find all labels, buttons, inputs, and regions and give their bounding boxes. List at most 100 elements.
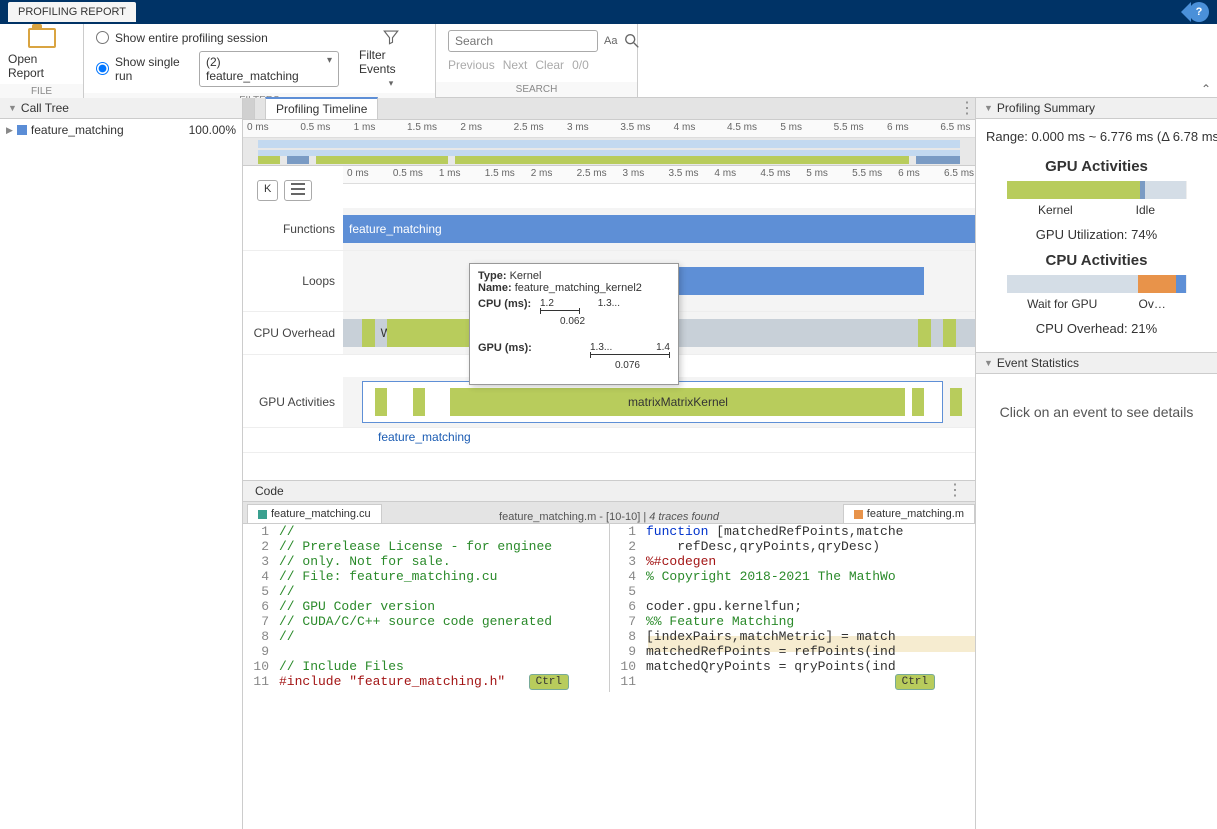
row-label-functions: Functions [243,222,343,236]
row-label-loops: Loops [243,274,343,288]
time-ruler-top[interactable]: 0 ms0.5 ms1 ms1.5 ms2 ms2.5 ms3 ms3.5 ms… [243,120,975,138]
show-single-radio[interactable]: Show single run (2) feature_matching [96,51,339,87]
gpu-kernel-seg [1007,181,1140,199]
gpu-kernel-seg[interactable] [413,388,426,416]
cpu-seg[interactable] [931,319,944,347]
code-line[interactable]: 4// File: feature_matching.cu [243,569,609,584]
code-line[interactable]: 10matchedQryPoints = qryPoints(ind [610,659,975,674]
time-tick: 4.5 ms [760,168,790,179]
cpu-overhead-seg [1138,275,1176,293]
code-text: function [matchedRefPoints,matche [646,524,903,539]
chevron-down-icon[interactable]: ▾ [389,78,394,89]
tooltip-cpu-end: 1.3... [598,298,620,309]
match-case-button[interactable]: Aa [604,35,617,47]
code-line[interactable]: 4% Copyright 2018-2021 The MathWo [610,569,975,584]
cpu-seg[interactable] [362,319,375,347]
time-tick: 4.5 ms [727,122,757,133]
time-tick: 3 ms [623,168,645,179]
time-tick: 6 ms [887,122,909,133]
code-line[interactable]: 2 refDesc,qryPoints,qryDesc) [610,539,975,554]
code-line[interactable]: 3// only. Not for sale. [243,554,609,569]
cpu-seg[interactable] [343,319,362,347]
code-tabs: feature_matching.cu feature_matching.m -… [243,502,975,524]
chevron-down-icon[interactable]: ▼ [8,103,17,113]
cpu-seg[interactable] [943,319,956,347]
collapse-toolbar-icon[interactable]: ⌃ [1201,82,1211,96]
call-tree-row[interactable]: ▶ feature_matching 100.00% [6,123,236,137]
code-line[interactable]: 1// [243,524,609,539]
code-pane-left[interactable]: Ctrl 1//2// Prerelease License - for eng… [243,524,609,692]
tooltip-type-label: Type: [478,270,507,282]
code-line[interactable]: 7%% Feature Matching [610,614,975,629]
code-split: Ctrl 1//2// Prerelease License - for eng… [243,524,975,692]
tooltip-cpu-start: 1.2 [540,298,554,309]
timeline-tab[interactable]: Profiling Timeline [265,97,378,119]
functions-track[interactable]: feature_matching [343,208,975,250]
code-line[interactable]: 8[indexPairs,matchMetric] = match [610,629,975,644]
cpu-seg[interactable] [918,319,931,347]
code-line[interactable]: 6// GPU Coder version [243,599,609,614]
folder-icon [28,28,56,48]
timeline-header: Profiling Timeline ⋮ [243,98,975,120]
filter-events-button[interactable]: Filter Events [359,48,423,76]
call-tree-item-name: feature_matching [31,123,124,137]
chevron-down-icon[interactable]: ▼ [984,103,993,113]
gpu-kernel-seg[interactable] [375,388,388,416]
clear-button[interactable]: Clear [535,58,564,72]
code-line[interactable]: 5 [610,584,975,599]
code-line[interactable]: 8// [243,629,609,644]
previous-button[interactable]: Previous [448,58,495,72]
show-entire-input[interactable] [96,31,109,44]
search-input[interactable] [448,30,598,52]
code-line[interactable]: 5// [243,584,609,599]
time-ruler-main[interactable]: 0 ms0.5 ms1 ms1.5 ms2 ms2.5 ms3 ms3.5 ms… [343,166,975,184]
run-select[interactable]: (2) feature_matching [199,51,339,87]
functions-bar[interactable]: feature_matching [343,215,975,243]
code-menu-icon[interactable]: ⋮ [947,485,963,497]
code-line[interactable]: 9matchedRefPoints = refPoints(ind [610,644,975,659]
code-line[interactable]: 7// CUDA/C/C++ source code generated [243,614,609,629]
gpu-kernel-seg[interactable] [912,388,925,416]
show-single-label: Show single run [115,55,193,83]
show-single-input[interactable] [96,62,109,75]
expand-icon[interactable]: ▶ [6,125,13,136]
code-text: matchedRefPoints = refPoints(ind [646,644,896,659]
code-text: %% Feature Matching [646,614,794,629]
time-tick: 1.5 ms [485,168,515,179]
code-tab-right[interactable]: feature_matching.m [843,504,975,523]
code-text: // [279,584,295,599]
cpu-seg-wa[interactable]: Wa… [375,319,388,347]
open-report-label: Open Report [8,52,75,80]
code-line[interactable]: 3%#codegen [610,554,975,569]
time-tick: 5 ms [806,168,828,179]
gpu-kernel-seg[interactable] [950,388,962,416]
next-button[interactable]: Next [503,58,528,72]
code-line[interactable]: 9 [243,644,609,659]
code-line[interactable]: 10// Include Files [243,659,609,674]
show-entire-radio[interactable]: Show entire profiling session [96,31,339,45]
code-line[interactable]: 6coder.gpu.kernelfun; [610,599,975,614]
gpu-kernel-main[interactable]: matrixMatrixKernel [450,388,905,416]
chevron-down-icon[interactable]: ▼ [984,358,993,368]
code-text: #include "feature_matching.h" [279,674,505,689]
legend-overhead: Ov… [1139,297,1166,311]
view-kernel-toggle[interactable]: K [257,180,278,201]
time-tick: 1 ms [439,168,461,179]
line-number: 3 [610,554,646,569]
code-line[interactable]: 1function [matchedRefPoints,matche [610,524,975,539]
gpu-activities-title: GPU Activities [986,158,1207,175]
minimap[interactable] [243,138,975,166]
code-line[interactable]: 2// Prerelease License - for enginee [243,539,609,554]
time-tick: 5.5 ms [852,168,882,179]
app-tab[interactable]: PROFILING REPORT [8,2,136,22]
code-pane-right[interactable]: Ctrl 1function [matchedRefPoints,matche2… [609,524,975,692]
code-tab-left[interactable]: feature_matching.cu [247,504,382,523]
legend-wait: Wait for GPU [1027,297,1097,311]
open-report-button[interactable]: Open Report [8,28,75,80]
cpu-seg[interactable] [387,319,469,347]
time-tick: 5.5 ms [834,122,864,133]
cpu-seg[interactable] [956,319,975,347]
help-button[interactable]: ? [1189,2,1209,22]
view-list-toggle[interactable] [284,180,312,201]
timeline-menu-icon[interactable]: ⋮ [959,103,975,115]
